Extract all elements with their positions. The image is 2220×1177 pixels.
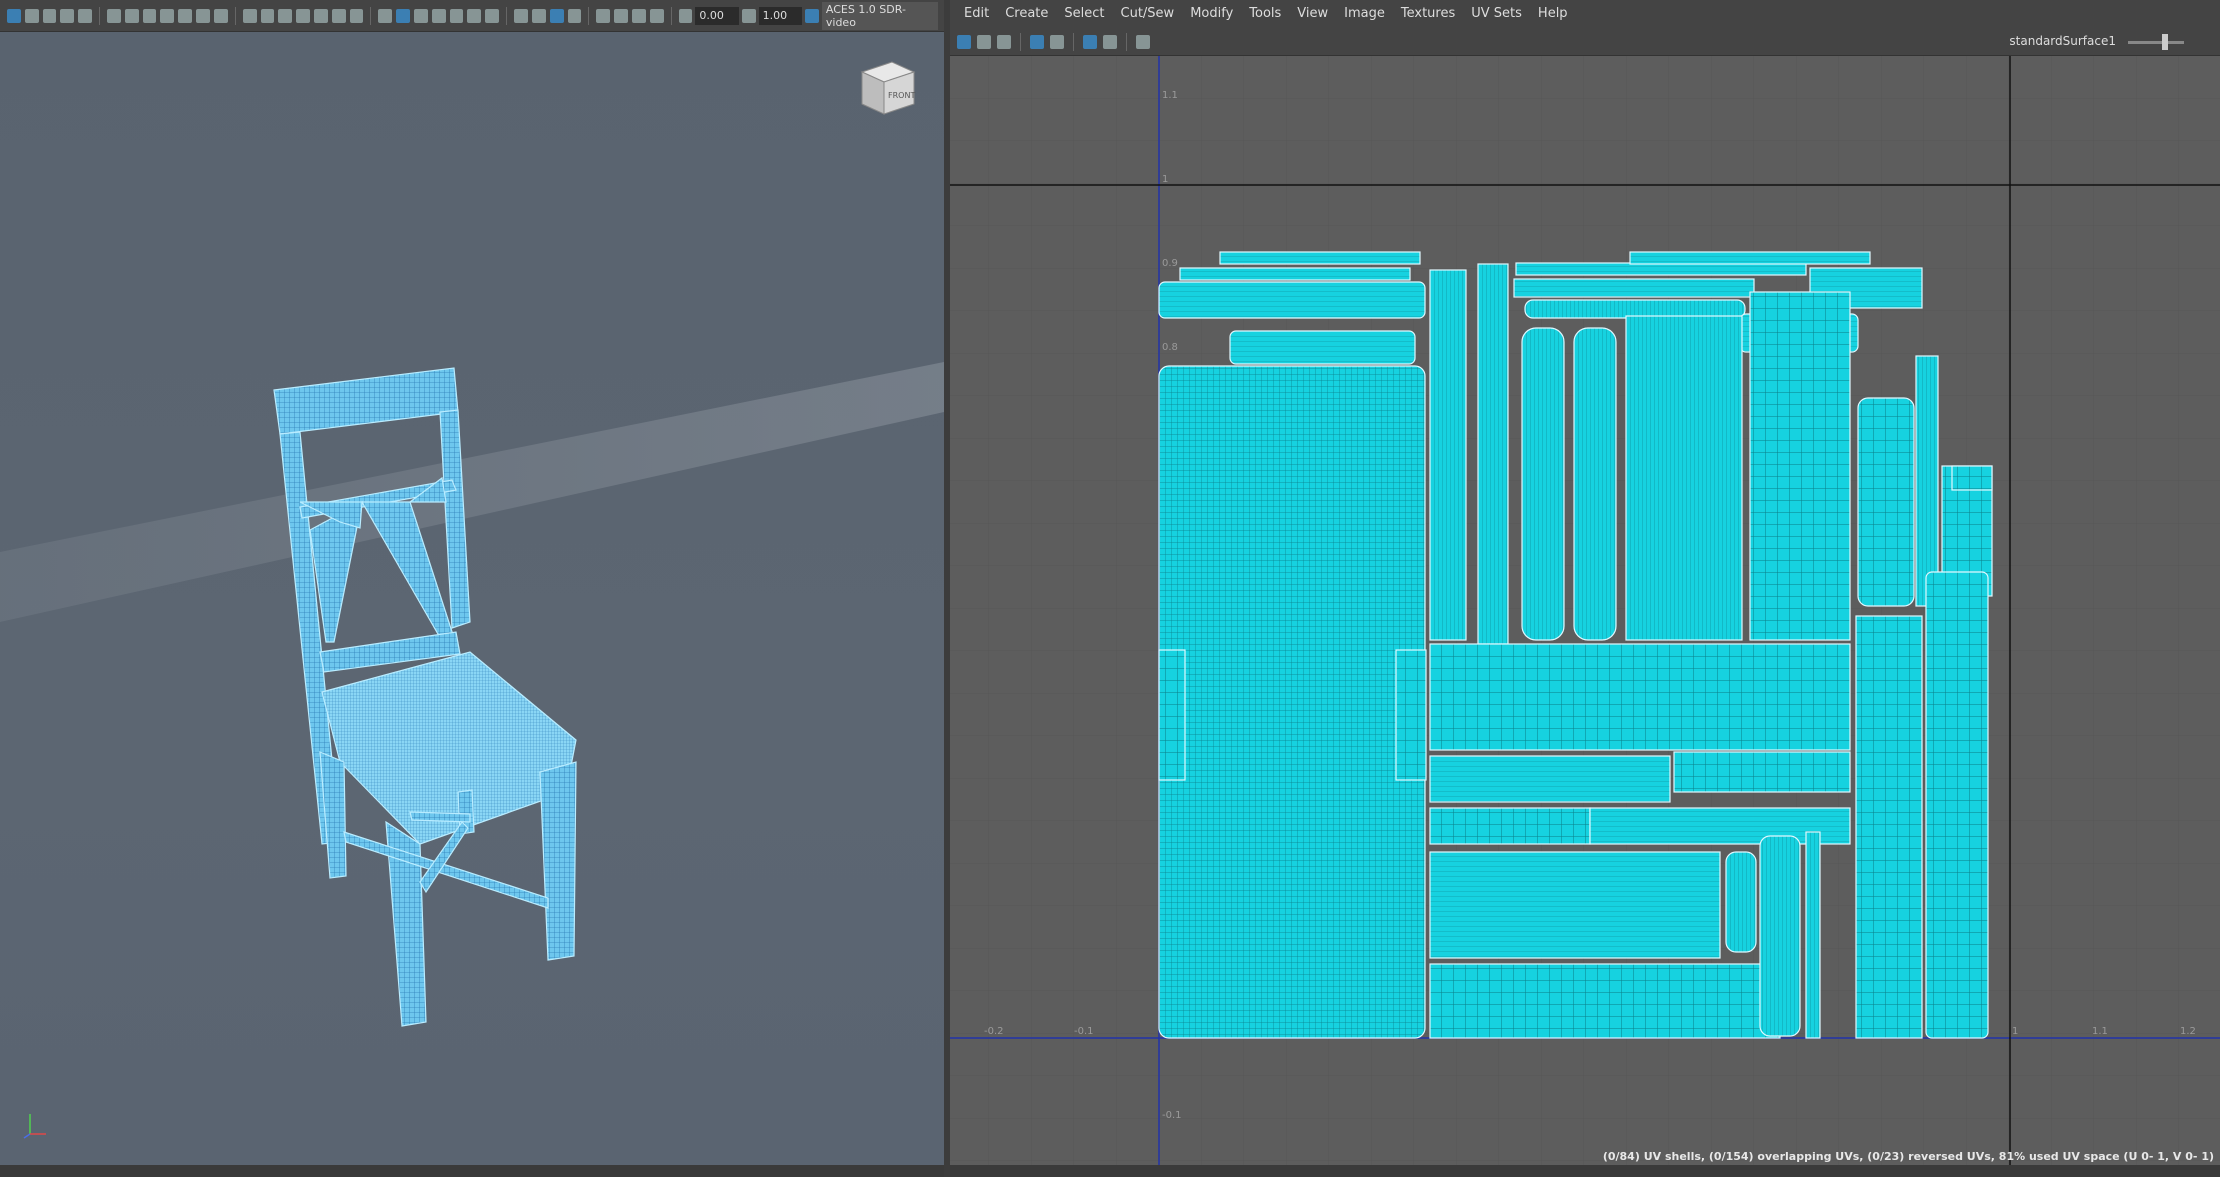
bookmark-camera-icon[interactable] [142, 8, 157, 23]
xray-joints-icon[interactable] [631, 8, 646, 23]
uv-editor-toolbar: standardSurface1 [950, 28, 2220, 56]
menu-modify[interactable]: Modify [1182, 0, 1241, 28]
move-icon[interactable] [178, 8, 193, 23]
menu-help[interactable]: Help [1530, 0, 1576, 28]
safe-action-icon[interactable] [331, 8, 346, 23]
axis-gizmo-icon [23, 1114, 46, 1139]
isolate-icon[interactable] [596, 8, 611, 23]
perspective-viewport[interactable]: 0.00 1.00 ACES 1.0 SDR-video FRONT [0, 0, 944, 1177]
viewcube-label: FRONT [888, 91, 915, 100]
chair-wireframe-scene [0, 362, 944, 1027]
gamma-field[interactable]: 1.00 [758, 6, 803, 25]
menu-view[interactable]: View [1289, 0, 1336, 28]
menu-select[interactable]: Select [1056, 0, 1112, 28]
menu-textures[interactable]: Textures [1393, 0, 1463, 28]
depth-of-field-icon[interactable] [567, 8, 582, 23]
tick-u-12: 1.2 [2180, 1026, 2196, 1037]
exposure-icon[interactable] [678, 8, 693, 23]
2d-pan-icon[interactable] [78, 8, 93, 23]
grid-icon[interactable] [242, 8, 257, 23]
uv-camera-icon[interactable] [1136, 34, 1150, 49]
gate-mask-icon[interactable] [296, 8, 310, 23]
menu-cut-sew[interactable]: Cut/Sew [1113, 0, 1183, 28]
smooth-shade-icon[interactable] [396, 8, 411, 23]
color-management-icon[interactable] [805, 8, 819, 23]
tick-v-1: 1 [1162, 174, 1168, 185]
tick-v-11: 1.1 [1162, 90, 1178, 101]
gamma-icon[interactable] [741, 8, 756, 23]
textured-icon[interactable] [431, 8, 446, 23]
color-space-selector[interactable]: ACES 1.0 SDR-video [821, 1, 939, 30]
menu-uv-sets[interactable]: UV Sets [1463, 0, 1530, 28]
uv-scroll-strip [950, 1165, 2220, 1177]
viewport-canvas[interactable] [0, 32, 944, 1165]
viewport-toolbar: 0.00 1.00 ACES 1.0 SDR-video [0, 0, 944, 32]
tick-u-neg01: -0.1 [1074, 1026, 1094, 1037]
exposure-field[interactable]: 0.00 [695, 6, 739, 25]
brightness-slider-handle[interactable] [2162, 34, 2168, 50]
uv-grid-icon[interactable] [1030, 34, 1044, 49]
uv-target-icon[interactable] [1103, 34, 1117, 49]
tick-v-08: 0.8 [1162, 342, 1178, 353]
wireframe-on-shaded-icon[interactable] [414, 8, 428, 23]
uv-canvas[interactable]: -0.2 -0.1 1 1.1 1.2 1.1 1 0.9 0.8 -0.1 [950, 56, 2220, 1165]
safe-title-icon[interactable] [349, 8, 364, 23]
bookmark-icon[interactable] [42, 8, 57, 23]
xray-components-icon[interactable] [649, 8, 664, 23]
image-plane-icon[interactable] [60, 8, 75, 23]
viewport-scroll-strip [0, 1165, 944, 1177]
shadows-icon[interactable] [485, 8, 500, 23]
snap-icon[interactable] [160, 8, 175, 23]
select-camera-icon[interactable] [7, 8, 21, 23]
menu-create[interactable]: Create [997, 0, 1056, 28]
lights-icon[interactable] [467, 8, 482, 23]
xray-icon[interactable] [614, 8, 628, 23]
uv-toggle-icon[interactable] [997, 34, 1011, 49]
checker-icon[interactable] [449, 8, 464, 23]
tick-u-neg02: -0.2 [984, 1026, 1004, 1037]
menu-edit[interactable]: Edit [956, 0, 997, 28]
camera-attributes-icon[interactable] [24, 8, 39, 23]
menu-image[interactable]: Image [1336, 0, 1393, 28]
uv-shell-icon[interactable] [957, 34, 971, 49]
uv-layout: -0.2 -0.1 1 1.1 1.2 1.1 1 0.9 0.8 -0.1 [950, 56, 2220, 1165]
shader-selector[interactable]: standardSurface1 [2009, 34, 2116, 48]
camera-icon[interactable] [107, 8, 121, 23]
menu-tools[interactable]: Tools [1241, 0, 1289, 28]
uv-select-icon[interactable] [977, 34, 991, 49]
lock-camera-icon[interactable] [124, 8, 139, 23]
ambient-occlusion-icon[interactable] [514, 8, 528, 23]
uv-snapshot-icon[interactable] [1050, 34, 1064, 49]
maya-workspace: 0.00 1.00 ACES 1.0 SDR-video FRONT Edit … [0, 0, 2220, 1177]
pen-icon[interactable] [213, 8, 228, 23]
motion-blur-icon[interactable] [531, 8, 546, 23]
film-gate-icon[interactable] [260, 8, 275, 23]
anti-alias-icon[interactable] [549, 8, 564, 23]
brightness-slider-track[interactable] [2128, 41, 2184, 44]
wireframe-icon[interactable] [378, 8, 393, 23]
tick-v-09: 0.9 [1162, 258, 1178, 269]
rotate-icon[interactable] [196, 8, 210, 23]
uv-status-readout: (0/84) UV shells, (0/154) overlapping UV… [1602, 1150, 2214, 1163]
uv-editor-panel: Edit Create Select Cut/Sew Modify Tools … [950, 0, 2220, 1177]
uv-display-grid-icon[interactable] [1083, 34, 1097, 49]
tick-u-11: 1.1 [2092, 1026, 2108, 1037]
uv-editor-menubar: Edit Create Select Cut/Sew Modify Tools … [950, 0, 2220, 28]
tick-v-neg01: -0.1 [1162, 1110, 1182, 1121]
viewcube[interactable]: FRONT [854, 54, 918, 118]
field-chart-icon[interactable] [313, 8, 328, 23]
tick-u-1: 1 [2012, 1026, 2018, 1037]
resolution-gate-icon[interactable] [278, 8, 293, 23]
